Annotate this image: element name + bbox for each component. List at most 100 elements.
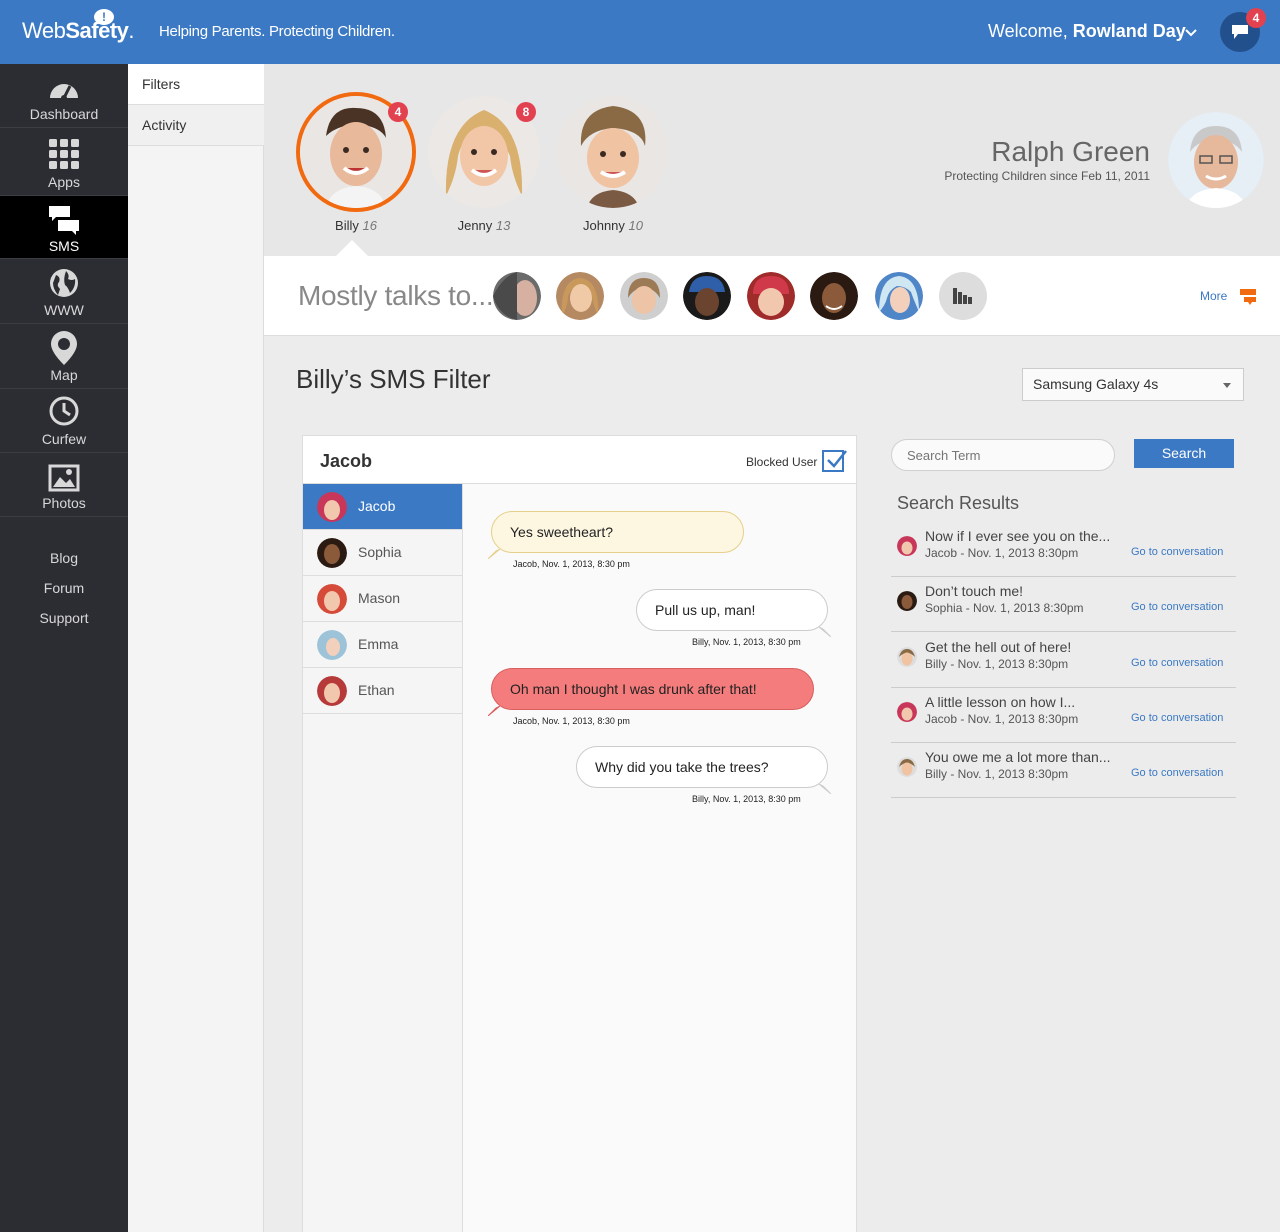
blocked-user-checkbox[interactable] <box>822 450 847 472</box>
frequent-contact-avatar[interactable] <box>875 272 923 320</box>
go-to-conversation-link[interactable]: Go to conversation <box>1131 601 1223 613</box>
child-photo-johnny <box>557 96 669 208</box>
result-text: Now if I ever see you on the... <box>925 528 1111 544</box>
device-select[interactable]: Samsung Galaxy 4s <box>1022 368 1244 401</box>
sidebar-item-dashboard[interactable]: Dashboard <box>0 64 128 128</box>
child-profile-jenny[interactable]: 8 Jenny 13 <box>424 96 544 233</box>
chat-bubbles-icon[interactable] <box>1240 289 1256 305</box>
contact-item-emma[interactable]: Emma <box>303 622 462 668</box>
search-result-item: Now if I ever see you on the... Jacob - … <box>891 522 1236 577</box>
message-bubble-outgoing[interactable]: Pull us up, man! <box>636 589 831 637</box>
avatar: 4 <box>300 96 412 208</box>
parent-name: Ralph Green <box>991 136 1150 167</box>
go-to-conversation-link[interactable]: Go to conversation <box>1131 657 1223 669</box>
contact-item-sophia[interactable]: Sophia <box>303 530 462 576</box>
message-bubble-flagged[interactable]: Oh man I thought I was drunk after that! <box>488 668 814 716</box>
result-meta: Jacob - Nov. 1, 2013 8:30pm <box>925 546 1079 560</box>
conversation-header: Jacob Blocked User <box>303 436 856 484</box>
result-text: Get the hell out of here! <box>925 639 1072 655</box>
contact-name: Jacob <box>358 498 396 514</box>
bubble-tail <box>488 706 500 716</box>
selected-child-pointer <box>336 240 368 256</box>
child-profile-billy[interactable]: 4 Billy 16 <box>296 96 416 233</box>
result-text: Don’t touch me! <box>925 583 1024 599</box>
contact-avatar <box>317 630 347 660</box>
go-to-conversation-link[interactable]: Go to conversation <box>1131 712 1223 724</box>
child-name: Jenny 13 <box>424 218 544 233</box>
contact-avatar <box>317 538 347 568</box>
bubble-tail <box>819 627 831 637</box>
sidebar-item-sms[interactable]: SMS <box>0 196 128 259</box>
frequent-contact-avatar[interactable] <box>683 272 731 320</box>
contact-avatar <box>317 584 347 614</box>
sidebar-item-label: Curfew <box>41 431 87 447</box>
sidebar-item-label: Photos <box>42 495 86 511</box>
gauge-icon <box>50 84 78 101</box>
parent-since: Protecting Children since Feb 11, 2011 <box>944 169 1150 183</box>
sidebar-item-curfew[interactable]: Curfew <box>0 389 128 453</box>
child-name-text: Jenny <box>457 218 493 233</box>
welcome-menu[interactable]: Welcome, Rowland Day <box>988 21 1186 42</box>
conversation-panel: Jacob Blocked User Jacob Sophia Mason Em… <box>302 435 857 1232</box>
caret-down-icon <box>1223 383 1231 388</box>
sidebar-link-blog[interactable]: Blog <box>0 550 128 566</box>
message-text: Yes sweetheart? <box>510 524 613 540</box>
frequent-contact-avatar[interactable] <box>556 272 604 320</box>
contact-item-jacob[interactable]: Jacob <box>303 484 462 530</box>
sidebar-link-support[interactable]: Support <box>0 610 128 626</box>
sidebar-item-apps[interactable]: Apps <box>0 128 128 196</box>
result-text: You owe me a lot more than... <box>925 749 1111 765</box>
sidebar-item-www[interactable]: WWW <box>0 259 128 324</box>
subnav-item-activity[interactable]: Activity <box>128 105 264 146</box>
go-to-conversation-link[interactable]: Go to conversation <box>1131 546 1223 558</box>
sidebar-item-label: Dashboard <box>29 106 99 122</box>
result-meta: Jacob - Nov. 1, 2013 8:30pm <box>925 712 1079 726</box>
clock-icon <box>49 396 79 426</box>
search-result-item: Get the hell out of here! Billy - Nov. 1… <box>891 633 1236 688</box>
result-meta: Billy - Nov. 1, 2013 8:30pm <box>925 657 1069 671</box>
top-bar: WebSafety. ! Helping Parents. Protecting… <box>0 0 1280 64</box>
message-bubble-outgoing[interactable]: Why did you take the trees? <box>576 746 831 794</box>
image-icon <box>48 464 80 492</box>
result-avatar <box>897 702 917 722</box>
message-thread: Yes sweetheart? Jacob, Nov. 1, 2013, 8:3… <box>463 484 856 1232</box>
frequent-contact-avatar[interactable] <box>747 272 795 320</box>
conversation-contact-list: Jacob Sophia Mason Emma Ethan <box>303 484 463 1232</box>
websafety-logo[interactable]: WebSafety. <box>22 18 134 44</box>
sidebar-link-forum[interactable]: Forum <box>0 580 128 596</box>
contact-item-ethan[interactable]: Ethan <box>303 668 462 714</box>
subnav-item-filters[interactable]: Filters <box>128 64 264 105</box>
search-results-title: Search Results <box>897 493 1020 513</box>
child-alert-badge: 4 <box>388 102 408 122</box>
contact-name: Ethan <box>358 682 395 698</box>
avatar <box>557 96 669 208</box>
message-meta: Billy, Nov. 1, 2013, 8:30 pm <box>692 637 801 647</box>
bubble-tail <box>488 549 500 559</box>
welcome-prefix: Welcome, <box>988 21 1068 41</box>
frequent-contact-avatar[interactable] <box>493 272 541 320</box>
parent-avatar[interactable] <box>1168 112 1264 208</box>
message-text: Why did you take the trees? <box>595 759 769 775</box>
search-result-item: You owe me a lot more than... Billy - No… <box>891 743 1236 798</box>
child-alert-badge: 8 <box>516 102 536 122</box>
message-text: Pull us up, man! <box>655 602 756 618</box>
search-button[interactable]: Search <box>1134 439 1234 468</box>
contact-item-mason[interactable]: Mason <box>303 576 462 622</box>
sidebar-item-map[interactable]: Map <box>0 324 128 389</box>
go-to-conversation-link[interactable]: Go to conversation <box>1131 767 1223 779</box>
search-input[interactable] <box>891 439 1115 471</box>
notification-count-badge: 4 <box>1246 8 1266 28</box>
sidebar-item-photos[interactable]: Photos <box>0 453 128 517</box>
child-name: Billy 16 <box>296 218 416 233</box>
frequent-contact-avatar[interactable] <box>620 272 668 320</box>
contact-stats-button[interactable] <box>939 272 987 320</box>
map-pin-icon <box>51 331 77 365</box>
message-bubble-incoming[interactable]: Yes sweetheart? <box>488 511 744 559</box>
child-profile-johnny[interactable]: Johnny 10 <box>553 96 673 233</box>
more-contacts-link[interactable]: More <box>1200 289 1227 303</box>
blocked-user-label: Blocked User <box>746 455 818 469</box>
logo-text-dot: . <box>128 18 135 43</box>
result-avatar <box>897 757 917 777</box>
chevron-down-icon[interactable] <box>1185 26 1197 40</box>
frequent-contact-avatar[interactable] <box>810 272 858 320</box>
